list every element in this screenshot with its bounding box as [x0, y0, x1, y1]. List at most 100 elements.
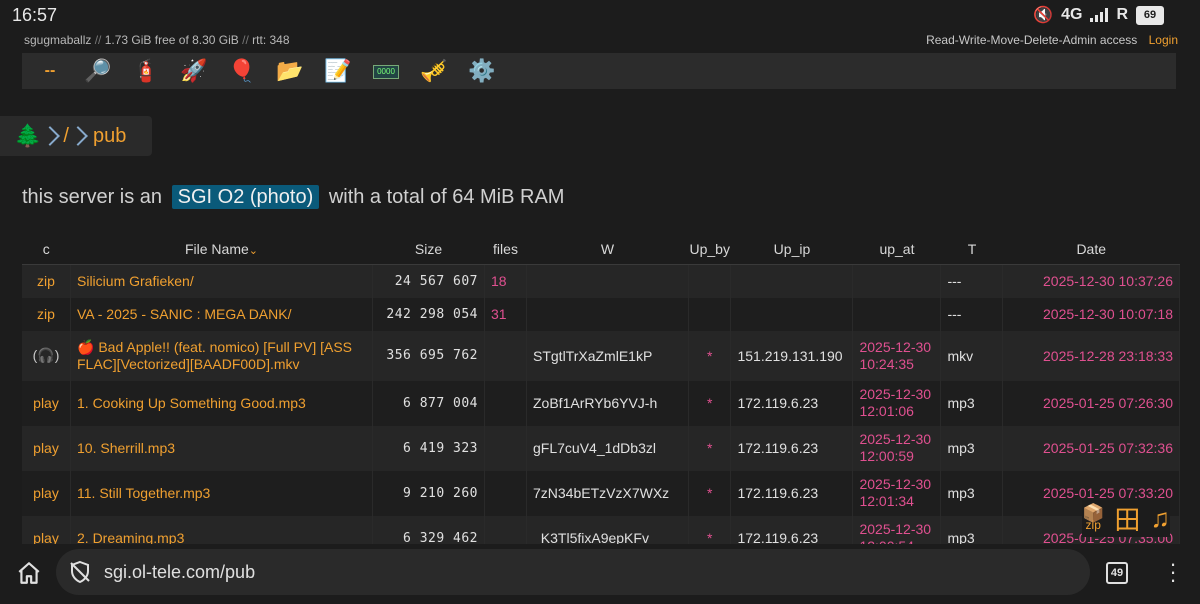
row-action-zip[interactable]: zip	[22, 264, 71, 298]
description-suffix: with a total of 64 MiB RAM	[328, 186, 565, 208]
col-up-at[interactable]: up_at	[852, 234, 941, 265]
up-ip	[730, 297, 854, 331]
file-date: 2025-01-25 07:32:36	[1002, 425, 1180, 471]
file-count	[484, 330, 527, 381]
collapse-toolbar-button[interactable]: --	[34, 55, 66, 87]
browser-bottom-bar: sgi.ol-tele.com/pub 49 · · ·	[0, 544, 1200, 604]
col-t[interactable]: T	[940, 234, 1003, 265]
access-level: Read-Write-Move-Delete-Admin access	[926, 33, 1138, 47]
col-size[interactable]: Size	[372, 234, 485, 265]
settings-gear-icon[interactable]: ⚙️	[466, 55, 498, 87]
breadcrumb-pub[interactable]: pub	[93, 125, 126, 148]
row-action-play[interactable]: play	[22, 425, 71, 471]
signal-icon	[1090, 8, 1109, 22]
tab-switcher-button[interactable]: 49	[1106, 562, 1128, 584]
terminal-icon[interactable]: 0000	[370, 55, 402, 87]
table-row: zip Silicium Grafieken/ 24 567 607 18 --…	[22, 264, 1180, 298]
shield-off-icon[interactable]	[68, 560, 92, 584]
access-info: Read-Write-Move-Delete-Admin access Logi…	[926, 33, 1178, 47]
upload-rocket-icon[interactable]: 🚀	[178, 55, 210, 87]
sort-indicator-icon: ⌄	[248, 245, 258, 257]
home-icon[interactable]	[16, 560, 42, 586]
row-action-play[interactable]: play	[22, 380, 71, 426]
clock: 16:57	[12, 5, 58, 25]
file-name-link[interactable]: Silicium Grafieken/	[70, 264, 373, 298]
balloon-icon[interactable]: 🎈	[226, 55, 258, 87]
col-w[interactable]: W	[526, 234, 689, 265]
col-c[interactable]: c	[22, 234, 71, 265]
file-size: 24 567 607	[372, 264, 485, 298]
apple-icon: 🍎	[77, 339, 95, 355]
file-type: mp3	[940, 380, 1004, 426]
up-by: *	[688, 380, 732, 426]
login-link[interactable]: Login	[1149, 33, 1178, 47]
up-at	[852, 264, 942, 298]
file-w: STgtlTrXaZmlE1kP	[526, 330, 689, 381]
col-files[interactable]: files	[484, 234, 527, 265]
file-count	[484, 380, 527, 426]
file-size: 242 298 054	[372, 297, 485, 331]
file-table: c File Name⌄ Size files W Up_by Up_ip up…	[22, 234, 1180, 550]
floating-widgets: 📦 zip 田 ♫	[1082, 500, 1170, 537]
file-type: ---	[940, 264, 1004, 298]
up-at: 2025-12-30 12:01:34	[852, 470, 942, 516]
sgi-o2-link[interactable]: SGI O2 (photo)	[171, 185, 320, 209]
row-action-listen[interactable]: (🎧)	[22, 330, 71, 381]
row-action-zip[interactable]: zip	[22, 297, 71, 331]
file-name-link[interactable]: 🍎 Bad Apple!! (feat. nomico) [Full PV] […	[70, 330, 373, 381]
search-icon[interactable]: 🔎	[82, 55, 114, 87]
col-file-name-label: File Name	[184, 241, 249, 257]
up-at	[852, 297, 942, 331]
table-row: play 11. Still Together.mp3 9 210 260 7z…	[22, 470, 1180, 516]
grid-view-icon[interactable]: 田	[1114, 500, 1140, 537]
file-count	[484, 470, 527, 516]
file-name-link[interactable]: 10. Sherrill.mp3	[70, 425, 373, 471]
file-type: mp3	[940, 425, 1004, 471]
file-w	[526, 264, 689, 298]
file-date: 2025-12-30 10:37:26	[1002, 264, 1180, 298]
up-ip: 172.119.6.23	[730, 470, 854, 516]
col-file-name[interactable]: File Name⌄	[70, 234, 373, 265]
file-w: ZoBf1ArRYb6YVJ-h	[526, 380, 689, 426]
package-icon: 📦	[1082, 502, 1105, 523]
file-size: 356 695 762	[372, 330, 485, 381]
new-folder-icon[interactable]: 📂	[274, 55, 306, 87]
download-zip-button[interactable]: 📦 zip	[1082, 502, 1105, 531]
folder-description: this server is an SGI O2 (photo) with a …	[22, 185, 565, 209]
username: sgugmaballz	[24, 33, 92, 47]
chevron-right-icon	[40, 126, 61, 146]
up-at: 2025-12-30 12:01:06	[852, 380, 942, 426]
disk-usage: 1.73 GiB free of 8.30 GiB	[104, 33, 239, 47]
col-date[interactable]: Date	[1002, 234, 1180, 265]
file-name-link[interactable]: 11. Still Together.mp3	[70, 470, 373, 516]
unpost-icon[interactable]: 🧯	[130, 55, 162, 87]
file-date: 2025-12-28 23:18:33	[1002, 330, 1180, 381]
up-ip	[730, 264, 854, 298]
file-type: mkv	[940, 330, 1004, 381]
address-bar[interactable]: sgi.ol-tele.com/pub	[56, 549, 1090, 595]
separator: //	[242, 33, 249, 47]
file-w	[526, 297, 689, 331]
row-action-play[interactable]: play	[22, 470, 71, 516]
breadcrumb: 🌲 / pub	[0, 116, 152, 156]
overflow-menu-icon[interactable]: · · ·	[1168, 553, 1178, 591]
media-player-icon[interactable]: 🎺	[418, 55, 450, 87]
new-file-icon[interactable]: 📝	[322, 55, 354, 87]
url-text: sgi.ol-tele.com/pub	[104, 561, 256, 582]
file-w: 7zN34bETzVzX7WXz	[526, 470, 689, 516]
up-at: 2025-12-30 12:00:59	[852, 425, 942, 471]
col-up-ip[interactable]: Up_ip	[730, 234, 853, 265]
music-note-icon[interactable]: ♫	[1150, 503, 1170, 534]
up-by	[688, 297, 732, 331]
col-up-by[interactable]: Up_by	[688, 234, 731, 265]
file-name-link[interactable]: 1. Cooking Up Something Good.mp3	[70, 380, 373, 426]
up-by: *	[688, 425, 732, 471]
file-name-link[interactable]: VA - 2025 - SANIC : MEGA DANK/	[70, 297, 373, 331]
file-size: 6 419 323	[372, 425, 485, 471]
up-ip: 172.119.6.23	[730, 425, 854, 471]
table-row: zip VA - 2025 - SANIC : MEGA DANK/ 242 2…	[22, 297, 1180, 331]
up-by: *	[688, 470, 732, 516]
up-by	[688, 264, 732, 298]
mute-icon: 🔇	[1033, 7, 1054, 24]
tree-toggle-icon[interactable]: 🌲	[14, 123, 41, 149]
